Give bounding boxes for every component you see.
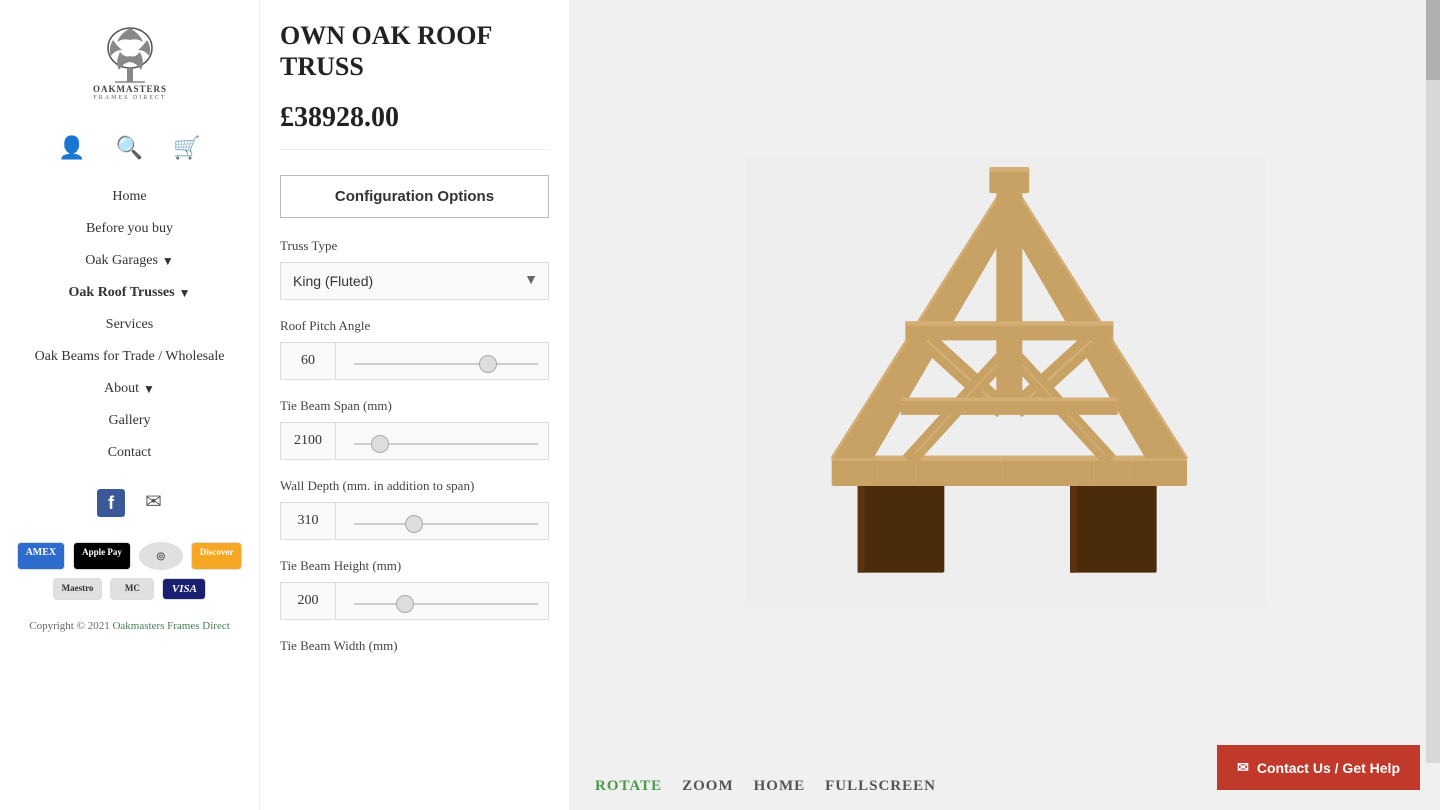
copyright-link[interactable]: Oakmasters Frames Direct (112, 620, 229, 632)
product-title: OWN OAK ROOF TRUSS (280, 20, 549, 82)
roof-pitch-section: Roof Pitch Angle 60 (280, 318, 549, 380)
logo-area: OAKMASTERS FRAMES DIRECT (65, 20, 195, 100)
roof-pitch-label: Roof Pitch Angle (280, 318, 549, 334)
facebook-icon[interactable]: f (97, 489, 125, 517)
nav-contact[interactable]: Contact (0, 437, 259, 469)
mastercard-icon: MC (110, 578, 154, 600)
payment-icons: AMEX Apple Pay ◎ Discover Maestro MC VIS… (0, 542, 259, 600)
scrollbar-thumb[interactable] (1426, 0, 1440, 80)
applepay-icon: Apple Pay (73, 542, 131, 570)
fullscreen-control[interactable]: FULLSCREEN (825, 778, 936, 795)
header-icons: 👤 🔍 🛒 (58, 135, 200, 161)
logo: OAKMASTERS FRAMES DIRECT (65, 20, 195, 100)
wall-depth-slider[interactable] (354, 523, 538, 525)
truss-illustration (745, 132, 1265, 632)
diners-icon: ◎ (139, 542, 183, 570)
nav-home[interactable]: Home (0, 181, 259, 213)
rotate-control[interactable]: ROTATE (595, 778, 662, 795)
truss-type-row: King (Fluted) King Post Queen Post Sciss… (280, 262, 549, 300)
zoom-control[interactable]: ZOOM (682, 778, 734, 795)
cart-icon-btn[interactable]: 🛒 (173, 135, 200, 161)
truss-type-section: Truss Type King (Fluted) King Post Queen… (280, 238, 549, 300)
truss-type-label: Truss Type (280, 238, 549, 254)
tie-beam-height-row: 200 (280, 582, 549, 620)
svg-text:OAKMASTERS: OAKMASTERS (92, 84, 166, 94)
tie-beam-height-slider[interactable] (354, 603, 538, 605)
social-row: f ✉ (97, 489, 162, 517)
scrollbar[interactable] (1426, 0, 1440, 763)
3d-viewer: ROTATE ZOOM HOME FULLSCREEN (570, 0, 1440, 810)
search-icon-btn[interactable]: 🔍 (116, 135, 143, 161)
config-options-button[interactable]: Configuration Options (280, 175, 549, 218)
product-panel: OWN OAK ROOF TRUSS £38928.00 Configurati… (260, 0, 570, 810)
tie-beam-span-section: Tie Beam Span (mm) 2100 (280, 398, 549, 460)
nav-gallery[interactable]: Gallery (0, 405, 259, 437)
contact-button-label: Contact Us / Get Help (1257, 760, 1400, 776)
svg-text:FRAMES DIRECT: FRAMES DIRECT (93, 95, 166, 100)
sidebar: OAKMASTERS FRAMES DIRECT 👤 🔍 🛒 Home Befo… (0, 0, 260, 810)
wall-depth-label: Wall Depth (mm. in addition to span) (280, 478, 549, 494)
truss-type-arrow: ▼ (514, 273, 548, 289)
tie-beam-height-slider-container (344, 592, 548, 610)
wall-depth-slider-container (344, 512, 548, 530)
tie-beam-width-section: Tie Beam Width (mm) (280, 638, 549, 654)
nav-oak-roof-trusses[interactable]: Oak Roof Trusses ▼ (0, 277, 259, 309)
main-content: OWN OAK ROOF TRUSS £38928.00 Configurati… (260, 0, 1440, 810)
tie-beam-span-slider-container (344, 432, 548, 450)
roof-pitch-row: 60 (280, 342, 549, 380)
email-icon[interactable]: ✉ (145, 489, 162, 517)
contact-email-icon: ✉ (1237, 759, 1249, 776)
wall-depth-section: Wall Depth (mm. in addition to span) 310 (280, 478, 549, 540)
maestro-icon: Maestro (53, 578, 103, 600)
tie-beam-span-value: 2100 (281, 423, 336, 459)
tie-beam-span-slider[interactable] (354, 443, 538, 445)
tie-beam-span-label: Tie Beam Span (mm) (280, 398, 549, 414)
truss-type-select[interactable]: King (Fluted) King Post Queen Post Sciss… (281, 263, 514, 299)
roof-pitch-value: 60 (281, 343, 336, 379)
nav-oak-garages[interactable]: Oak Garages ▼ (0, 245, 259, 277)
tie-beam-height-value: 200 (281, 583, 336, 619)
contact-button[interactable]: ✉ Contact Us / Get Help (1217, 745, 1420, 790)
wall-depth-row: 310 (280, 502, 549, 540)
tie-beam-height-label: Tie Beam Height (mm) (280, 558, 549, 574)
roof-pitch-slider-container (344, 352, 548, 370)
amex-icon: AMEX (17, 542, 66, 570)
discover-icon: Discover (191, 542, 243, 570)
truss-display (570, 0, 1440, 763)
roof-pitch-slider[interactable] (354, 363, 538, 365)
copyright: Copyright © 2021 Oakmasters Frames Direc… (19, 610, 240, 642)
tie-beam-span-row: 2100 (280, 422, 549, 460)
visa-icon: VISA (162, 578, 206, 600)
user-icon-btn[interactable]: 👤 (58, 135, 85, 161)
tie-beam-width-label: Tie Beam Width (mm) (280, 638, 549, 654)
nav-oak-beams[interactable]: Oak Beams for Trade / Wholesale (0, 341, 259, 373)
nav-services[interactable]: Services (0, 309, 259, 341)
tie-beam-height-section: Tie Beam Height (mm) 200 (280, 558, 549, 620)
main-nav: Home Before you buy Oak Garages ▼ Oak Ro… (0, 181, 259, 469)
nav-before-you-buy[interactable]: Before you buy (0, 213, 259, 245)
wall-depth-value: 310 (281, 503, 336, 539)
home-control[interactable]: HOME (754, 778, 806, 795)
product-price: £38928.00 (280, 102, 549, 150)
nav-about[interactable]: About ▼ (0, 373, 259, 405)
